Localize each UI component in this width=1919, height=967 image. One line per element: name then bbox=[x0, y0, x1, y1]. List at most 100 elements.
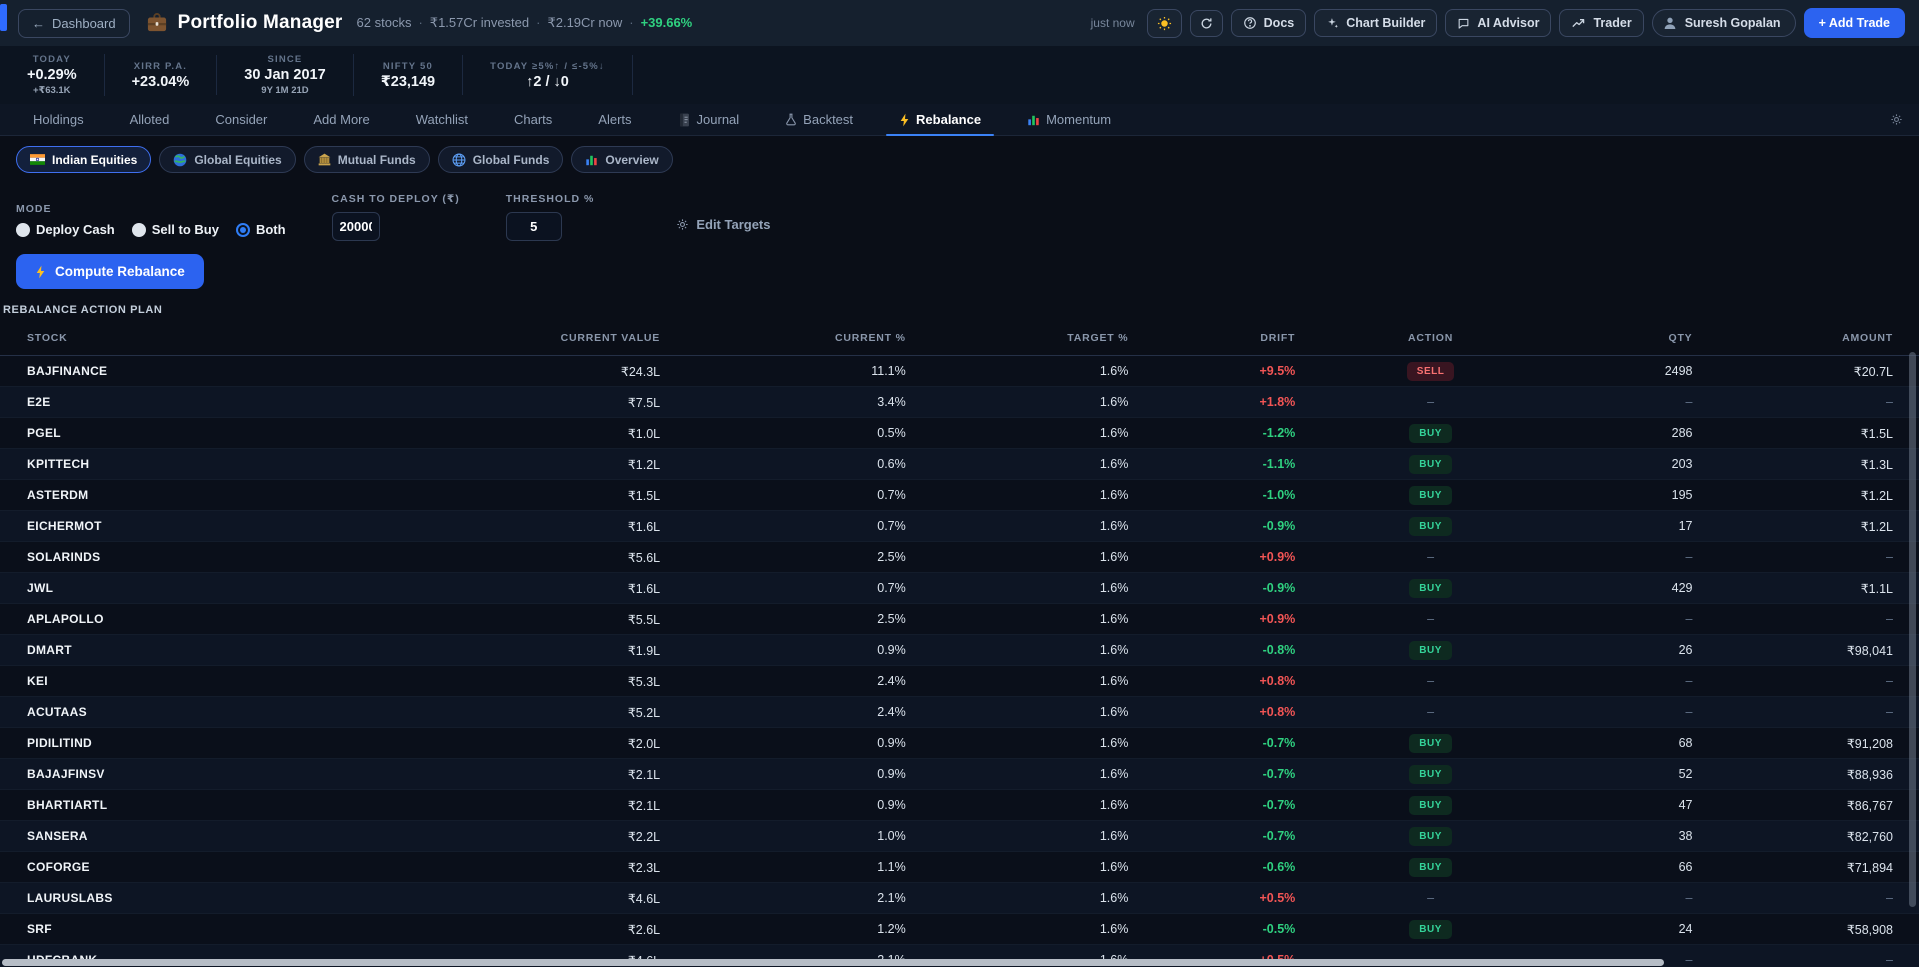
chart-builder-button[interactable]: Chart Builder bbox=[1314, 9, 1437, 37]
ai-advisor-button[interactable]: AI Advisor bbox=[1445, 9, 1551, 37]
tab-backtest[interactable]: Backtest bbox=[762, 104, 876, 135]
stat-nifty-50: NIFTY 50 ₹23,149 bbox=[354, 55, 463, 95]
trader-button[interactable]: Trader bbox=[1559, 9, 1643, 37]
column-header-action[interactable]: ACTION bbox=[1295, 323, 1566, 356]
vertical-scrollbar[interactable] bbox=[1909, 352, 1916, 907]
filter-mutual-funds[interactable]: Mutual Funds bbox=[304, 146, 430, 173]
cell-current-value: ₹24.3L bbox=[340, 356, 660, 387]
no-action-dash: – bbox=[1427, 674, 1434, 688]
cell-current-pct: 1.1% bbox=[660, 852, 906, 883]
filter-global-equities[interactable]: Global Equities bbox=[159, 146, 295, 173]
threshold-input[interactable] bbox=[506, 212, 562, 241]
add-trade-button[interactable]: + Add Trade bbox=[1804, 8, 1905, 38]
compute-rebalance-button[interactable]: Compute Rebalance bbox=[16, 254, 204, 289]
action-badge-buy: BUY bbox=[1409, 765, 1452, 784]
tabs-settings-gear-icon[interactable] bbox=[1890, 113, 1903, 126]
topbar-actions: just now DocsChart BuilderAI AdvisorTrad… bbox=[1091, 8, 1905, 38]
cell-stock: KPITTECH bbox=[0, 449, 340, 480]
table-row[interactable]: PIDILITIND ₹2.0L 0.9% 1.6% -0.7% BUY 68 … bbox=[0, 728, 1919, 759]
edit-targets-link[interactable]: Edit Targets bbox=[676, 217, 770, 241]
mode-both-radio[interactable]: Both bbox=[236, 222, 286, 237]
filter-overview[interactable]: Overview bbox=[571, 146, 672, 173]
table-row[interactable]: EICHERMOT ₹1.6L 0.7% 1.6% -0.9% BUY 17 ₹… bbox=[0, 511, 1919, 542]
cell-qty: 47 bbox=[1566, 790, 1693, 821]
tab-alerts[interactable]: Alerts bbox=[575, 104, 654, 135]
cell-current-pct: 0.7% bbox=[660, 511, 906, 542]
accent-bar bbox=[0, 4, 7, 31]
cell-current-pct: 0.5% bbox=[660, 418, 906, 449]
tab-momentum[interactable]: Momentum bbox=[1004, 104, 1134, 135]
table-row[interactable]: APLAPOLLO ₹5.5L 2.5% 1.6% +0.9% – – – bbox=[0, 604, 1919, 635]
table-row[interactable]: BAJAJFINSV ₹2.1L 0.9% 1.6% -0.7% BUY 52 … bbox=[0, 759, 1919, 790]
column-header-drift[interactable]: DRIFT bbox=[1128, 323, 1295, 356]
table-row[interactable]: SRF ₹2.6L 1.2% 1.6% -0.5% BUY 24 ₹58,908 bbox=[0, 914, 1919, 945]
cash-to-deploy-input[interactable] bbox=[332, 212, 380, 241]
docs-button[interactable]: Docs bbox=[1231, 9, 1307, 37]
table-row[interactable]: LAURUSLABS ₹4.6L 2.1% 1.6% +0.5% – – – bbox=[0, 883, 1919, 914]
table-row[interactable]: BHARTIARTL ₹2.1L 0.9% 1.6% -0.7% BUY 47 … bbox=[0, 790, 1919, 821]
cell-amount: ₹88,936 bbox=[1693, 759, 1919, 790]
column-header-stock[interactable]: STOCK bbox=[0, 323, 340, 356]
user-menu-button[interactable]: Suresh Gopalan bbox=[1652, 9, 1796, 37]
cell-drift: -1.2% bbox=[1128, 418, 1295, 449]
refresh-button[interactable] bbox=[1190, 10, 1223, 37]
table-row[interactable]: DMART ₹1.9L 0.9% 1.6% -0.8% BUY 26 ₹98,0… bbox=[0, 635, 1919, 666]
chart-builder-button-label: Chart Builder bbox=[1346, 16, 1425, 30]
table-row[interactable]: JWL ₹1.6L 0.7% 1.6% -0.9% BUY 429 ₹1.1L bbox=[0, 573, 1919, 604]
action-badge-buy: BUY bbox=[1409, 858, 1452, 877]
cell-target-pct: 1.6% bbox=[906, 573, 1129, 604]
section-title: REBALANCE ACTION PLAN bbox=[3, 304, 1919, 316]
tab-consider[interactable]: Consider bbox=[192, 104, 290, 135]
cell-stock: BAJAJFINSV bbox=[0, 759, 340, 790]
back-dashboard-button[interactable]: ← Dashboard bbox=[18, 9, 130, 38]
tab-holdings[interactable]: Holdings bbox=[10, 104, 107, 135]
filter-indian-equities[interactable]: Indian Equities bbox=[16, 146, 151, 173]
cash-to-deploy-label: CASH TO DEPLOY (₹) bbox=[332, 193, 460, 205]
table-row[interactable]: BAJFINANCE ₹24.3L 11.1% 1.6% +9.5% SELL … bbox=[0, 356, 1919, 387]
tab-watchlist[interactable]: Watchlist bbox=[393, 104, 491, 135]
cell-qty: 68 bbox=[1566, 728, 1693, 759]
cell-qty: 26 bbox=[1566, 635, 1693, 666]
cell-action: BUY bbox=[1295, 418, 1566, 449]
cell-current-value: ₹1.2L bbox=[340, 449, 660, 480]
cell-qty: – bbox=[1566, 604, 1693, 635]
horizontal-scrollbar[interactable] bbox=[2, 959, 1664, 966]
column-header-qty[interactable]: QTY bbox=[1566, 323, 1693, 356]
cell-current-value: ₹2.1L bbox=[340, 790, 660, 821]
tab-journal[interactable]: Journal bbox=[655, 104, 763, 135]
table-row[interactable]: SANSERA ₹2.2L 1.0% 1.6% -0.7% BUY 38 ₹82… bbox=[0, 821, 1919, 852]
table-row[interactable]: KPITTECH ₹1.2L 0.6% 1.6% -1.1% BUY 203 ₹… bbox=[0, 449, 1919, 480]
cell-qty: – bbox=[1566, 883, 1693, 914]
table-row[interactable]: ASTERDM ₹1.5L 0.7% 1.6% -1.0% BUY 195 ₹1… bbox=[0, 480, 1919, 511]
cell-drift: -0.8% bbox=[1128, 635, 1295, 666]
separator-dot: · bbox=[629, 15, 633, 30]
table-row[interactable]: COFORGE ₹2.3L 1.1% 1.6% -0.6% BUY 66 ₹71… bbox=[0, 852, 1919, 883]
cell-current-pct: 1.0% bbox=[660, 821, 906, 852]
cell-stock: LAURUSLABS bbox=[0, 883, 340, 914]
tab-add-more[interactable]: Add More bbox=[290, 104, 392, 135]
bank-icon bbox=[318, 153, 331, 166]
cell-action: BUY bbox=[1295, 635, 1566, 666]
action-badge-buy: BUY bbox=[1409, 517, 1452, 536]
column-header-amount[interactable]: AMOUNT bbox=[1693, 323, 1919, 356]
mode-sell-to-buy-radio[interactable]: Sell to Buy bbox=[132, 222, 219, 237]
tab-charts[interactable]: Charts bbox=[491, 104, 575, 135]
tab-rebalance[interactable]: Rebalance bbox=[876, 104, 1004, 135]
cell-stock: ACUTAAS bbox=[0, 697, 340, 728]
theme-toggle-button[interactable] bbox=[1147, 9, 1182, 38]
column-header-target-[interactable]: TARGET % bbox=[906, 323, 1129, 356]
table-row[interactable]: ACUTAAS ₹5.2L 2.4% 1.6% +0.8% – – – bbox=[0, 697, 1919, 728]
tab-alloted[interactable]: Alloted bbox=[107, 104, 193, 135]
table-row[interactable]: KEI ₹5.3L 2.4% 1.6% +0.8% – – – bbox=[0, 666, 1919, 697]
summary-part: ₹1.57Cr invested bbox=[430, 15, 529, 30]
cell-target-pct: 1.6% bbox=[906, 914, 1129, 945]
mode-deploy-cash-radio[interactable]: Deploy Cash bbox=[16, 222, 115, 237]
cell-drift: +1.8% bbox=[1128, 387, 1295, 418]
table-row[interactable]: PGEL ₹1.0L 0.5% 1.6% -1.2% BUY 286 ₹1.5L bbox=[0, 418, 1919, 449]
filter-global-funds[interactable]: Global Funds bbox=[438, 146, 564, 173]
table-row[interactable]: SOLARINDS ₹5.6L 2.5% 1.6% +0.9% – – – bbox=[0, 542, 1919, 573]
cell-current-value: ₹1.5L bbox=[340, 480, 660, 511]
column-header-current-[interactable]: CURRENT % bbox=[660, 323, 906, 356]
table-row[interactable]: E2E ₹7.5L 3.4% 1.6% +1.8% – – – bbox=[0, 387, 1919, 418]
column-header-current-value[interactable]: CURRENT VALUE bbox=[340, 323, 660, 356]
